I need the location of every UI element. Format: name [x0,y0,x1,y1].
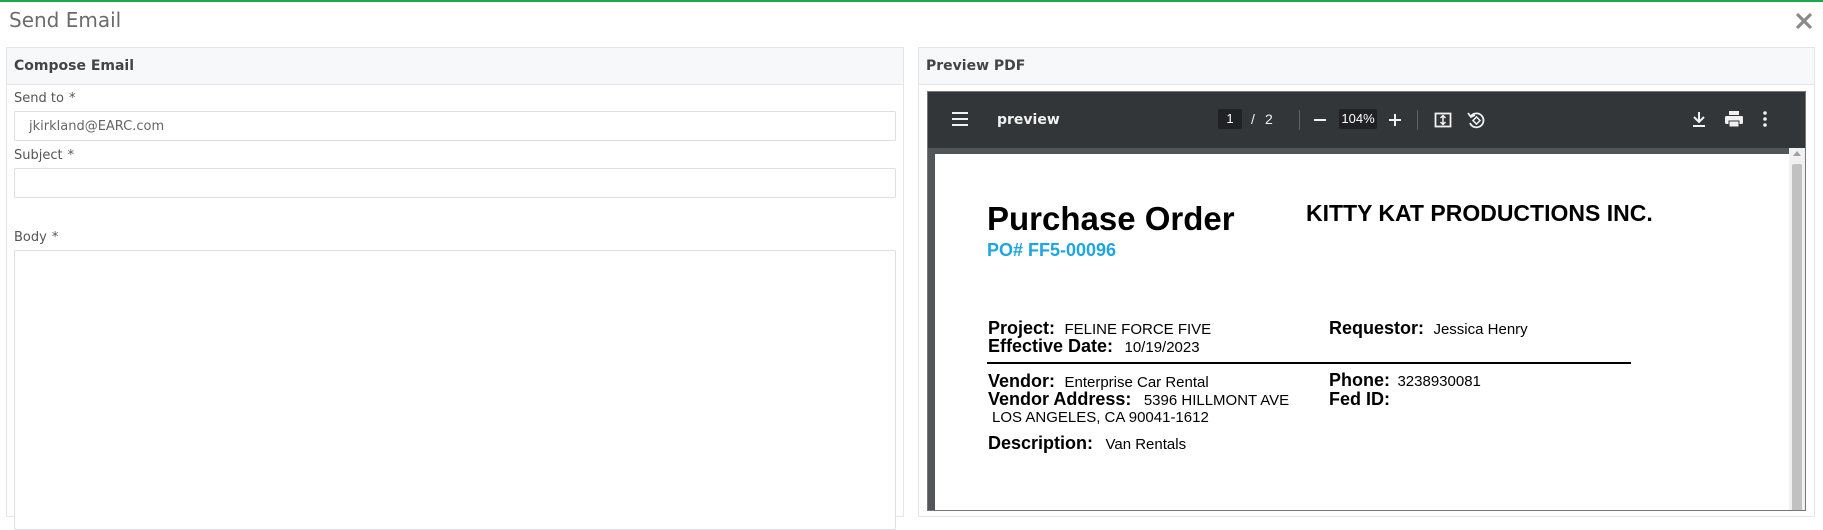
pdf-requestor-row: Requestor: Jessica Henry [1329,318,1528,338]
download-icon[interactable] [1691,110,1707,133]
zoom-in-icon[interactable] [1387,112,1403,133]
pdf-toolbar: preview 1 / 2 104% [928,92,1805,148]
pdf-vendor-address-line2: LOS ANGELES, CA 90041-1612 [992,409,1209,426]
scrollbar-thumb[interactable] [1792,164,1802,510]
send-to-input[interactable]: jkirkland@EARC.com [14,111,896,141]
document-title: preview [997,112,1060,128]
pdf-page: Purchase Order KITTY KAT PRODUCTIONS INC… [935,154,1793,510]
pdf-po-number: PO# FF5-00096 [987,240,1117,260]
zoom-out-icon[interactable] [1312,112,1328,133]
pdf-viewer[interactable]: preview 1 / 2 104% Purchase Order KITTY … [927,91,1806,511]
subject-input[interactable] [14,168,896,198]
preview-pdf-panel: Preview PDF preview 1 / 2 104% Purchase … [918,47,1815,517]
pdf-company-name: KITTY KAT PRODUCTIONS INC. [1306,200,1653,226]
fit-page-icon[interactable] [1434,111,1452,134]
pdf-scrollbar[interactable] [1789,148,1805,510]
rotate-icon[interactable] [1466,110,1486,135]
zoom-level-input[interactable]: 104% [1339,109,1377,129]
body-textarea[interactable] [14,250,896,530]
dialog-title: Send Email [9,8,122,32]
scroll-up-arrow-icon[interactable] [1793,151,1801,156]
compose-email-panel: Compose Email Send to * jkirkland@EARC.co… [6,47,904,530]
page-separator: / [1251,111,1255,127]
toolbar-divider [1417,110,1418,130]
pdf-title: Purchase Order [987,200,1235,237]
dialog-top-accent [0,0,1823,2]
page-number-input[interactable]: 1 [1218,109,1242,129]
pdf-vendor-address-row: Vendor Address: 5396 HILLMONT AVE [988,389,1290,409]
toolbar-divider [1299,110,1300,130]
print-icon[interactable] [1724,110,1744,133]
subject-label: Subject * [14,148,75,163]
compose-email-header: Compose Email [7,48,903,85]
pdf-description-row: Description: Van Rentals [988,433,1187,453]
preview-pdf-header: Preview PDF [919,48,1814,85]
menu-icon[interactable] [951,111,969,132]
pdf-effective-date-row: Effective Date: 10/19/2023 [988,336,1200,356]
pdf-fed-id-row: Fed ID: [1329,389,1390,409]
send-to-label: Send to * [14,91,76,106]
more-vert-icon[interactable] [1762,110,1768,133]
pdf-divider [987,362,1631,364]
body-label: Body * [14,230,59,245]
page-total: 2 [1265,111,1273,127]
close-icon[interactable] [1794,11,1814,31]
pdf-phone-row: Phone: 3238930081 [1329,370,1481,390]
